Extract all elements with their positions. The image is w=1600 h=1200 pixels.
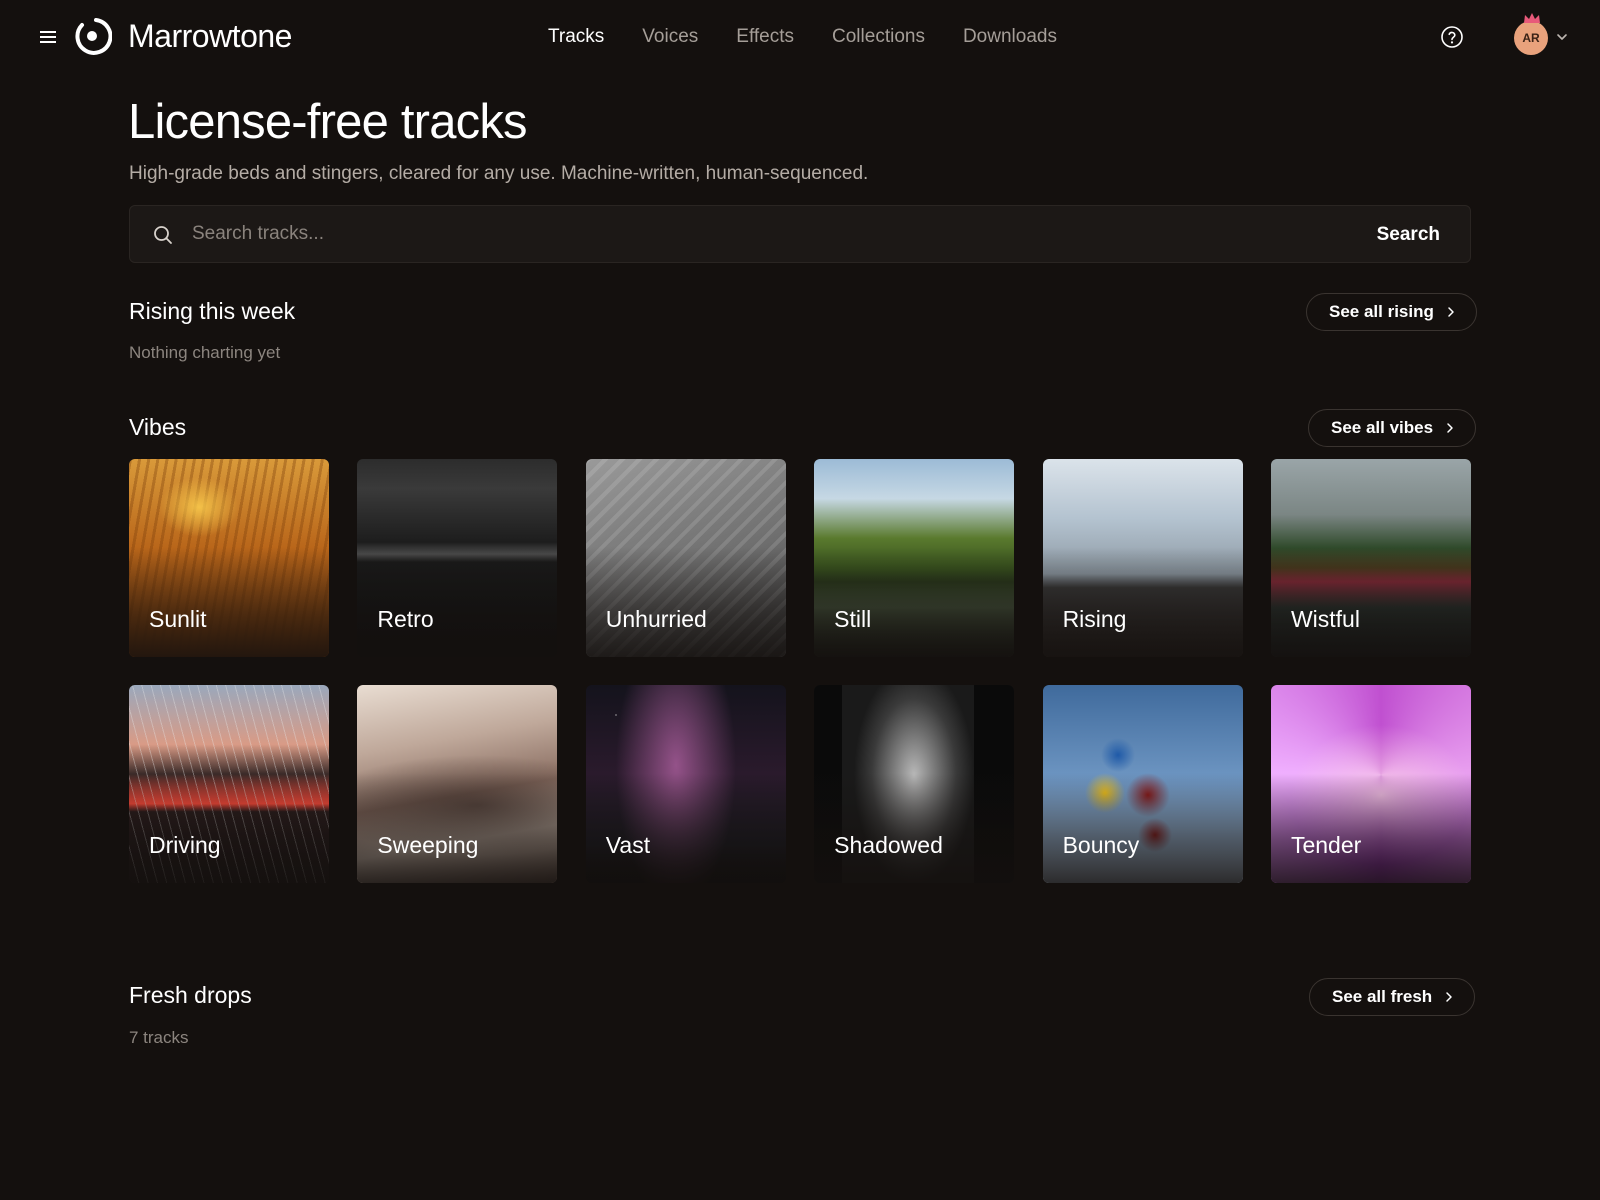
vibe-card-bouncy[interactable]: Bouncy bbox=[1042, 685, 1243, 883]
vibe-label: Unhurried bbox=[605, 606, 707, 632]
section-title-rising: Rising this week bbox=[129, 298, 296, 324]
see-all-fresh-button[interactable]: See all fresh bbox=[1309, 978, 1476, 1016]
fresh-count-text: 7 tracks bbox=[129, 1028, 189, 1047]
vibe-overlay bbox=[1270, 547, 1471, 657]
avatar[interactable]: AR bbox=[1514, 21, 1548, 55]
vibe-overlay bbox=[585, 773, 786, 883]
vibe-label: Tender bbox=[1290, 832, 1362, 858]
vibe-label: Driving bbox=[149, 832, 221, 858]
vibe-card-sweeping[interactable]: Sweeping bbox=[357, 685, 558, 883]
vibe-card-wistful[interactable]: Wistful bbox=[1270, 459, 1471, 657]
page-subtitle: High-grade beds and stingers, cleared fo… bbox=[129, 163, 869, 184]
see-all-vibes-button[interactable]: See all vibes bbox=[1308, 409, 1477, 447]
vibe-overlay bbox=[814, 773, 1015, 883]
vibes-grid: Sunlit Retro Unhurried Still Rising Wist… bbox=[129, 459, 1471, 883]
see-all-rising-label: See all rising bbox=[1329, 302, 1434, 321]
vibe-card-shadowed[interactable]: Shadowed bbox=[814, 685, 1015, 883]
nav-tracks[interactable]: Tracks bbox=[548, 26, 604, 48]
top-bar: Marrowtone Tracks Voices Effects Collect… bbox=[0, 0, 1600, 74]
vibe-card-driving[interactable]: Driving bbox=[129, 685, 329, 883]
vibe-label: Bouncy bbox=[1062, 832, 1140, 858]
vibe-card-still[interactable]: Still bbox=[814, 459, 1015, 657]
vibe-card-retro[interactable]: Retro bbox=[357, 459, 558, 657]
vibe-card-vast[interactable]: Vast bbox=[585, 685, 786, 883]
main-nav: Tracks Voices Effects Collections Downlo… bbox=[548, 26, 1057, 48]
vibe-card-sunlit[interactable]: Sunlit bbox=[129, 459, 329, 657]
chevron-right-icon bbox=[1448, 307, 1454, 317]
logo-icon[interactable] bbox=[72, 16, 113, 56]
vibe-label: Wistful bbox=[1290, 606, 1360, 632]
help-icon[interactable] bbox=[1440, 25, 1464, 49]
rising-empty-text: Nothing charting yet bbox=[129, 343, 281, 362]
nav-effects[interactable]: Effects bbox=[736, 26, 794, 48]
search-icon bbox=[154, 226, 172, 244]
vibe-label: Shadowed bbox=[834, 832, 943, 858]
vibe-overlay bbox=[357, 773, 558, 883]
vibe-label: Vast bbox=[605, 832, 651, 858]
section-title-vibes: Vibes bbox=[129, 414, 187, 440]
vibe-overlay bbox=[1042, 773, 1243, 883]
vibe-overlay bbox=[1042, 547, 1243, 657]
page-title: License-free tracks bbox=[128, 95, 528, 149]
see-all-fresh-label: See all fresh bbox=[1332, 987, 1433, 1006]
search-button[interactable]: Search bbox=[1367, 218, 1450, 252]
vibe-overlay bbox=[129, 547, 329, 657]
nav-downloads[interactable]: Downloads bbox=[963, 26, 1057, 48]
nav-collections[interactable]: Collections bbox=[832, 26, 925, 48]
vibe-overlay bbox=[129, 773, 329, 883]
see-all-vibes-label: See all vibes bbox=[1331, 418, 1434, 437]
vibe-label: Sweeping bbox=[377, 832, 479, 858]
section-title-fresh: Fresh drops bbox=[129, 982, 252, 1008]
avatar-initials: AR bbox=[1522, 31, 1540, 45]
chevron-down-icon bbox=[1557, 34, 1567, 40]
search-bar: Search bbox=[129, 205, 1471, 263]
vibe-card-unhurried[interactable]: Unhurried bbox=[585, 459, 786, 657]
vibe-label: Retro bbox=[377, 606, 434, 632]
chevron-right-icon bbox=[1446, 992, 1452, 1002]
vibe-label: Rising bbox=[1062, 606, 1127, 632]
vibe-card-tender[interactable]: Tender bbox=[1270, 685, 1471, 883]
vibe-card-rising[interactable]: Rising bbox=[1042, 459, 1243, 657]
brand-name[interactable]: Marrowtone bbox=[128, 18, 292, 55]
chevron-right-icon bbox=[1447, 423, 1453, 433]
crown-icon bbox=[1524, 13, 1540, 23]
vibe-label: Sunlit bbox=[149, 606, 207, 632]
user-menu[interactable]: AR bbox=[1514, 13, 1574, 58]
vibe-overlay bbox=[585, 547, 786, 657]
search-input[interactable] bbox=[192, 216, 1292, 252]
nav-voices[interactable]: Voices bbox=[642, 26, 698, 48]
vibe-overlay bbox=[357, 547, 558, 657]
menu-icon[interactable] bbox=[38, 26, 60, 48]
see-all-rising-button[interactable]: See all rising bbox=[1306, 293, 1477, 331]
vibe-overlay bbox=[814, 547, 1015, 657]
vibe-overlay bbox=[1270, 773, 1471, 883]
vibe-label: Still bbox=[834, 606, 872, 632]
